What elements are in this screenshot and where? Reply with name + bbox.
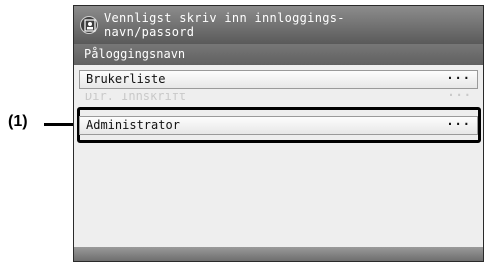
header-message: Vennligst skriv inn innloggings- navn/pa… [104, 11, 345, 39]
panel-header: Vennligst skriv inn innloggings- navn/pa… [74, 6, 483, 44]
callout-label: (1) [8, 113, 28, 130]
user-list-button[interactable]: Brukerliste ··· [79, 70, 478, 89]
administrator-label: Administrator [86, 118, 180, 132]
user-login-icon [80, 16, 98, 34]
section-title: Påloggingsnavn [74, 44, 483, 65]
more-icon: ··· [446, 71, 471, 85]
direct-entry-label: Dir. Innskrift [85, 93, 187, 103]
login-panel: Vennligst skriv inn innloggings- navn/pa… [73, 5, 484, 262]
panel-footer [74, 247, 483, 261]
more-icon: ··· [447, 93, 472, 102]
administrator-button[interactable]: Administrator ··· [79, 116, 478, 135]
more-icon: ··· [446, 117, 471, 131]
user-list-label: Brukerliste [86, 72, 166, 86]
